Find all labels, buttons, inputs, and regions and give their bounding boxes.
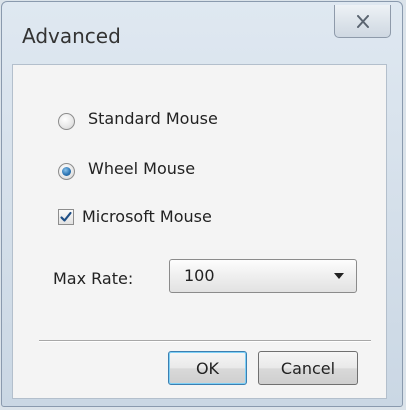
microsoft-mouse-label[interactable]: Microsoft Mouse [82,209,212,225]
dialog-title: Advanced [22,24,121,48]
microsoft-mouse-checkbox[interactable] [58,209,74,225]
separator [39,340,371,342]
close-icon [356,14,369,28]
ok-button[interactable]: OK [168,351,247,385]
checkmark-icon [60,211,72,222]
cancel-button[interactable]: Cancel [258,351,358,385]
standard-mouse-label[interactable]: Standard Mouse [88,111,218,127]
max-rate-value: 100 [184,266,215,285]
max-rate-label: Max Rate: [53,269,134,288]
close-button[interactable] [334,5,391,38]
max-rate-select[interactable]: 100 [169,259,357,293]
wheel-mouse-radio[interactable] [58,163,75,180]
dialog-body: Standard Mouse Wheel Mouse Microsoft Mou… [12,64,387,399]
standard-mouse-radio[interactable] [58,113,75,130]
advanced-dialog: Advanced Standard Mouse Wheel Mouse Micr… [1,1,403,407]
chevron-down-icon [334,273,344,279]
wheel-mouse-label[interactable]: Wheel Mouse [88,161,195,177]
